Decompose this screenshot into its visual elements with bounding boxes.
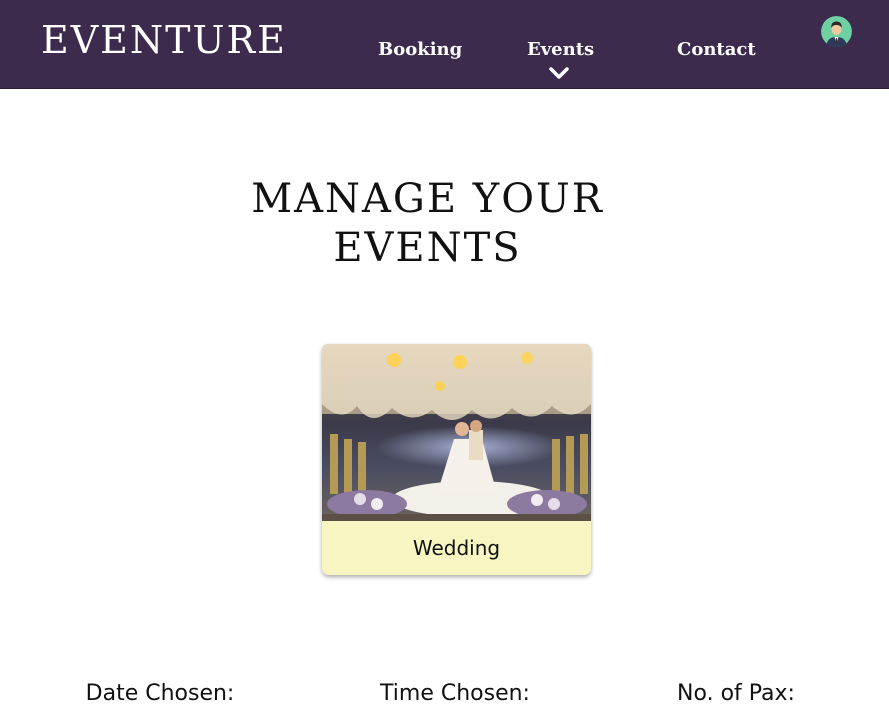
event-card-label: Wedding <box>322 521 591 575</box>
top-navbar: EVENTURE Booking Events Contact <box>0 0 889 89</box>
chevron-down-icon[interactable] <box>548 66 570 80</box>
nav-booking-link[interactable]: Booking <box>378 38 462 62</box>
wedding-photo <box>322 344 591 521</box>
page-title-line-1: MANAGE YOUR <box>251 175 604 222</box>
pax-count-label: No. of Pax: <box>677 681 795 706</box>
date-chosen-label: Date Chosen: <box>85 681 235 706</box>
page-title: MANAGE YOUR EVENTS <box>0 175 855 273</box>
time-chosen-field: Time Chosen: <box>345 680 565 708</box>
page-title-line-2: EVENTS <box>333 224 522 271</box>
pax-count-field: No. of Pax: <box>626 680 846 708</box>
nav-events-link[interactable]: Events <box>527 38 594 62</box>
date-chosen-field: Date Chosen: <box>50 680 270 708</box>
nav-contact-link[interactable]: Contact <box>677 38 756 62</box>
brand-logo[interactable]: EVENTURE <box>41 18 287 62</box>
user-avatar-icon[interactable] <box>821 16 852 47</box>
event-card-wedding[interactable]: Wedding <box>322 344 591 575</box>
time-chosen-label: Time Chosen: <box>380 681 530 706</box>
